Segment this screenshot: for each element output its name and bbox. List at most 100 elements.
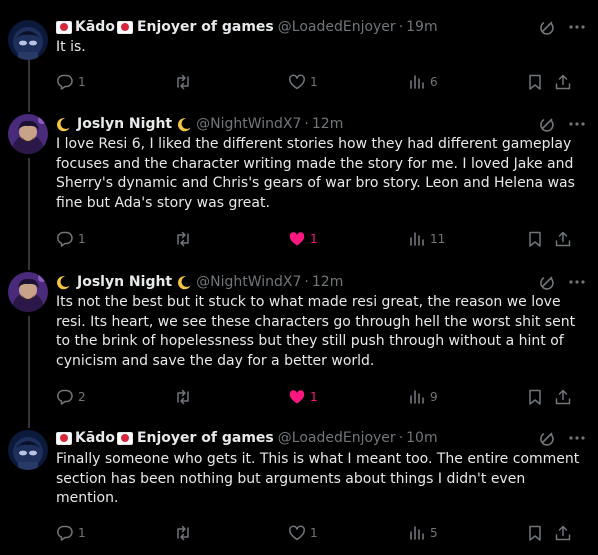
timestamp[interactable]: 12m [312, 114, 343, 134]
username[interactable]: @NightWindX7 [196, 114, 301, 134]
reply-thread: Kādo Enjoyer of games @LoadedEnjoyer · 1… [0, 0, 598, 555]
crescent-moon-emoji [177, 117, 192, 132]
header-actions [528, 17, 588, 37]
like-button[interactable]: 1 [288, 387, 318, 407]
reply-button[interactable]: 2 [56, 387, 86, 407]
share-button[interactable] [554, 387, 572, 407]
grok-icon[interactable] [536, 272, 558, 292]
username[interactable]: @LoadedEnjoyer [278, 428, 396, 448]
tweet-text: Finally someone who gets it. This is wha… [56, 451, 580, 506]
display-name[interactable]: Joslyn Night [77, 114, 172, 134]
share-button[interactable] [554, 523, 572, 543]
grok-icon[interactable] [536, 17, 558, 37]
crescent-moon-emoji [56, 275, 71, 290]
views-button[interactable]: 11 [408, 229, 445, 249]
username[interactable]: @NightWindX7 [196, 272, 301, 292]
views-chart-icon [410, 232, 424, 246]
grok-icon[interactable] [536, 114, 558, 134]
tweet-text: I love Resi 6, I liked the different sto… [56, 136, 575, 211]
reply-button[interactable]: 1 [56, 72, 86, 92]
tweet-header: Kādo Enjoyer of games @LoadedEnjoyer · 1… [56, 428, 538, 448]
like-count: 1 [310, 526, 318, 540]
views-button[interactable]: 5 [408, 523, 438, 543]
tweet-header: Kādo Enjoyer of games @LoadedEnjoyer · 1… [56, 17, 538, 37]
retweet-button[interactable] [174, 229, 196, 249]
more-options-icon[interactable] [566, 114, 588, 134]
share-button[interactable] [554, 229, 572, 249]
display-name[interactable]: Joslyn Night [77, 272, 172, 292]
retweet-button[interactable] [174, 387, 196, 407]
header-actions [528, 428, 588, 448]
tweet-text: It is. [56, 39, 86, 55]
reply-icon [57, 389, 73, 405]
like-button[interactable]: 1 [288, 72, 318, 92]
tweet-header: Joslyn Night @NightWindX7 · 12m [56, 114, 538, 134]
thread-connector-line [28, 316, 30, 416]
views-button[interactable]: 6 [408, 72, 438, 92]
tweet[interactable]: Joslyn Night @NightWindX7 · 12m Its not … [0, 258, 598, 416]
more-options-icon[interactable] [566, 272, 588, 292]
share-icon [555, 389, 571, 405]
display-name-suffix[interactable]: Enjoyer of games [137, 428, 274, 448]
display-name-suffix[interactable]: Enjoyer of games [137, 17, 274, 37]
timestamp[interactable]: 19m [406, 17, 437, 37]
japan-flag-emoji [116, 20, 133, 34]
thread-connector-line [28, 258, 30, 270]
meta-separator: · [398, 19, 404, 35]
tweet[interactable]: Kādo Enjoyer of games @LoadedEnjoyer · 1… [0, 416, 598, 555]
views-chart-icon [410, 390, 424, 404]
thread-connector-line [28, 100, 30, 112]
like-button[interactable]: 1 [288, 523, 318, 543]
retweet-icon [177, 525, 189, 541]
more-options-icon[interactable] [566, 17, 588, 37]
views-button[interactable]: 9 [408, 387, 438, 407]
display-name[interactable]: Kādo [75, 428, 115, 448]
share-button[interactable] [554, 72, 572, 92]
views-count: 5 [430, 526, 438, 540]
views-chart-icon [410, 526, 424, 540]
reply-count: 1 [78, 526, 86, 540]
bookmark-button[interactable] [526, 387, 544, 407]
bookmark-button[interactable] [526, 72, 544, 92]
grok-icon[interactable] [536, 428, 558, 448]
crescent-moon-emoji [56, 117, 71, 132]
retweet-icon [177, 389, 189, 405]
bookmark-icon [529, 389, 541, 405]
username[interactable]: @LoadedEnjoyer [278, 17, 396, 37]
header-actions [528, 272, 588, 292]
timestamp[interactable]: 10m [406, 428, 437, 448]
bookmark-icon [529, 525, 541, 541]
like-count: 1 [310, 232, 318, 246]
timestamp[interactable]: 12m [312, 272, 343, 292]
japan-flag-emoji [56, 431, 72, 445]
thread-connector-line [28, 158, 30, 258]
like-button[interactable]: 1 [288, 229, 318, 249]
reply-icon [57, 525, 73, 541]
views-chart-icon [410, 75, 424, 89]
avatar[interactable] [8, 114, 48, 154]
views-count: 11 [430, 232, 446, 246]
tweet[interactable]: Kādo Enjoyer of games @LoadedEnjoyer · 1… [0, 0, 598, 100]
meta-separator: · [304, 116, 309, 132]
avatar[interactable] [8, 430, 48, 470]
tweet-actions: 1 1 6 [56, 72, 586, 92]
reply-button[interactable]: 1 [56, 229, 86, 249]
tweet[interactable]: Joslyn Night @NightWindX7 · 12m I love R… [0, 100, 598, 258]
retweet-button[interactable] [174, 523, 196, 543]
bookmark-button[interactable] [526, 229, 544, 249]
avatar[interactable] [8, 272, 48, 312]
display-name[interactable]: Kādo [75, 17, 115, 37]
tweet-actions: 1 1 5 [56, 523, 586, 543]
more-options-icon[interactable] [566, 428, 588, 448]
retweet-button[interactable] [174, 72, 196, 92]
views-count: 9 [430, 390, 438, 404]
bookmark-button[interactable] [526, 523, 544, 543]
heart-outline-icon [289, 74, 305, 90]
reply-button[interactable]: 1 [56, 523, 86, 543]
share-icon [555, 74, 571, 90]
japan-flag-emoji [56, 20, 72, 34]
reply-icon [57, 231, 73, 247]
retweet-icon [177, 231, 189, 247]
avatar[interactable] [8, 20, 48, 60]
header-actions [528, 114, 588, 134]
